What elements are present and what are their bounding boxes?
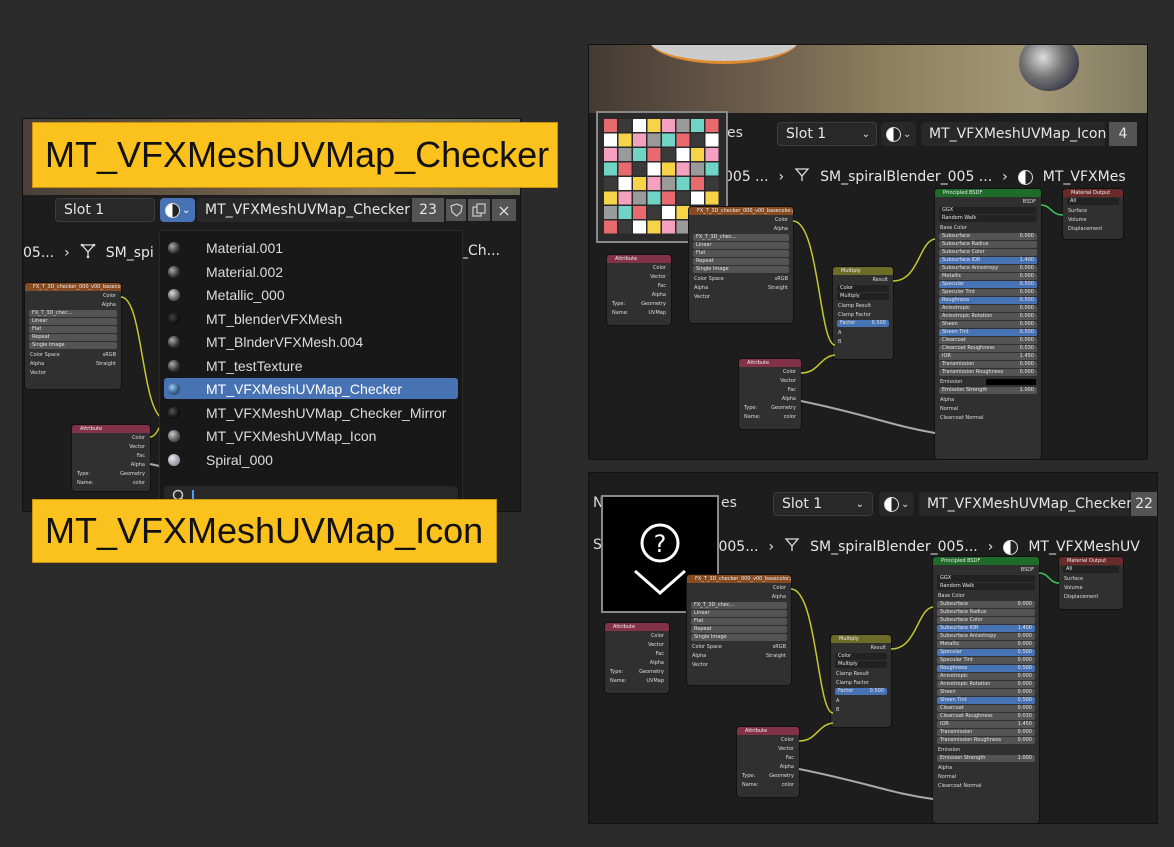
menu-item-label: Material.002 xyxy=(206,263,284,280)
material-thumb-icon xyxy=(168,241,180,254)
menu-item-label: MT_BlnderVFXMesh.004 xyxy=(206,333,364,350)
node-links xyxy=(790,572,1060,800)
menu-item-label: MT_VFXMeshUVMap_Checker xyxy=(206,380,403,397)
menu-item-material[interactable]: MT_VFXMeshUVMap_Checker_Mirror xyxy=(164,402,458,423)
menu-item-material[interactable]: Spiral_000 xyxy=(164,449,458,470)
menu-item-label: Material.001 xyxy=(206,239,284,256)
material-thumb-icon xyxy=(168,382,180,395)
material-thumb-icon xyxy=(168,335,180,348)
right-top-node-editor: es Slot 1 ⌄ ⌄ MT_VFXMeshUVMap_Icon 4 _00… xyxy=(588,44,1148,460)
menu-item-material[interactable]: MT_BlnderVFXMesh.004 xyxy=(164,331,458,352)
material-browse-menu: Material.001 Material.002 Metallic_000 M… xyxy=(159,230,463,511)
material-thumb-icon xyxy=(168,359,180,372)
menu-item-material[interactable]: MT_VFXMeshUVMap_Icon xyxy=(164,425,458,446)
menu-item-label: Spiral_000 xyxy=(206,451,273,468)
node-links xyxy=(792,204,1064,434)
material-thumb-icon xyxy=(168,312,180,325)
menu-item-label: MT_VFXMeshUVMap_Checker_Mirror xyxy=(206,404,447,421)
icon-callout: MT_VFXMeshUVMap_Icon xyxy=(32,499,497,563)
menu-item-material[interactable]: Material.002 xyxy=(164,261,458,282)
menu-item-material[interactable]: Metallic_000 xyxy=(164,284,458,305)
menu-item-label: Metallic_000 xyxy=(206,286,285,303)
material-thumb-icon xyxy=(168,265,180,278)
menu-item-label: MT_blenderVFXMesh xyxy=(206,310,343,327)
menu-item-material[interactable]: MT_blenderVFXMesh xyxy=(164,308,458,329)
checker-callout: MT_VFXMeshUVMap_Checker xyxy=(32,122,558,188)
material-thumb-icon xyxy=(168,453,180,466)
menu-item-material[interactable]: Material.001 xyxy=(164,237,458,258)
menu-item-material-active[interactable]: MT_VFXMeshUVMap_Checker xyxy=(164,378,458,399)
material-thumb-icon xyxy=(168,406,180,419)
menu-item-label: MT_testTexture xyxy=(206,357,303,374)
material-thumb-icon xyxy=(168,288,180,301)
material-thumb-icon xyxy=(168,429,180,442)
menu-item-material[interactable]: MT_testTexture xyxy=(164,355,458,376)
menu-item-label: MT_VFXMeshUVMap_Icon xyxy=(206,427,377,444)
right-bottom-node-editor: N es Slot 1 ⌄ ⌄ MT_VFXMeshUVMap_Checker … xyxy=(588,472,1158,824)
